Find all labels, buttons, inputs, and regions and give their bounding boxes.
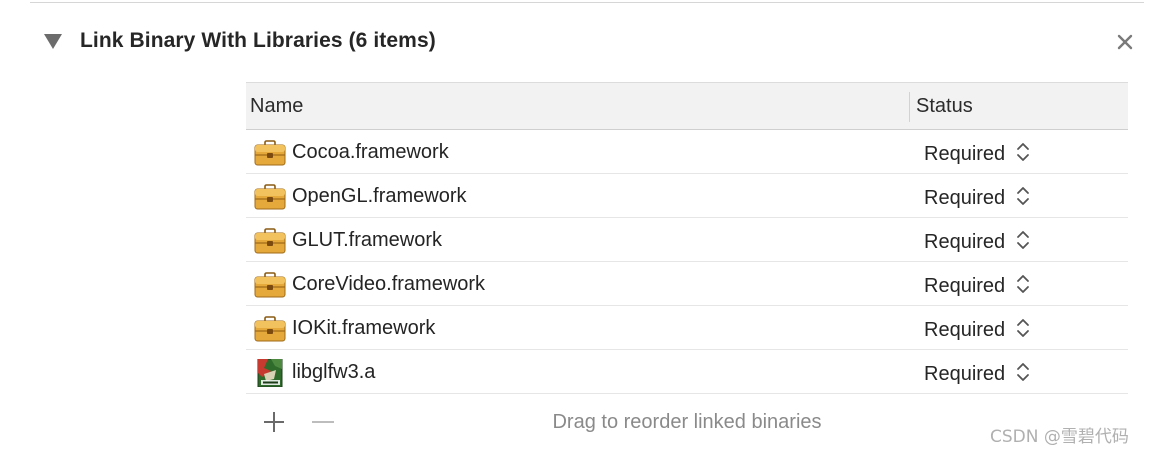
close-icon[interactable] xyxy=(1114,28,1138,56)
static-library-archive-icon xyxy=(254,358,286,388)
library-name: Cocoa.framework xyxy=(292,141,449,163)
table-row[interactable]: Cocoa.framework Required xyxy=(246,130,1128,174)
status-value: Required xyxy=(924,143,1006,165)
watermark: CSDN @雪碧代码 xyxy=(990,427,1129,447)
column-separator xyxy=(909,92,910,122)
framework-toolbox-icon xyxy=(254,227,286,255)
library-name: GLUT.framework xyxy=(292,229,443,251)
status-select[interactable]: Required xyxy=(924,317,1030,341)
framework-toolbox-icon xyxy=(254,315,286,343)
status-value: Required xyxy=(924,319,1006,341)
column-header-status[interactable]: Status xyxy=(916,95,973,118)
status-value: Required xyxy=(924,187,1006,209)
chevron-updown-icon xyxy=(1016,187,1029,205)
status-select[interactable]: Required xyxy=(924,141,1030,165)
table-row[interactable]: GLUT.framework Required xyxy=(246,218,1128,262)
table-row[interactable]: libglfw3.a Required xyxy=(246,350,1128,394)
status-value: Required xyxy=(924,363,1006,385)
library-name: CoreVideo.framework xyxy=(292,273,486,295)
section-title: Link Binary With Libraries (6 items) xyxy=(80,29,436,52)
table-row[interactable]: CoreVideo.framework Required xyxy=(246,262,1128,306)
libraries-table: Name Status Cocoa.framework Required Ope… xyxy=(246,82,1128,433)
table-header: Name Status xyxy=(246,82,1128,130)
table-body: Cocoa.framework Required OpenGL.framewor… xyxy=(246,130,1128,394)
library-name: OpenGL.framework xyxy=(292,185,467,207)
chevron-updown-icon xyxy=(1016,275,1029,293)
status-select[interactable]: Required xyxy=(924,185,1030,209)
section-header: Link Binary With Libraries (6 items) xyxy=(0,20,1166,66)
chevron-updown-icon xyxy=(1016,231,1029,249)
status-select[interactable]: Required xyxy=(924,229,1030,253)
table-row[interactable]: IOKit.framework Required xyxy=(246,306,1128,350)
library-name: IOKit.framework xyxy=(292,317,436,339)
framework-toolbox-icon xyxy=(254,139,286,167)
chevron-updown-icon xyxy=(1016,143,1029,161)
chevron-updown-icon xyxy=(1016,319,1029,337)
chevron-updown-icon xyxy=(1016,363,1029,381)
status-value: Required xyxy=(924,275,1006,297)
top-divider xyxy=(30,2,1144,3)
column-header-name[interactable]: Name xyxy=(250,95,303,118)
disclosure-triangle-icon[interactable] xyxy=(44,34,62,49)
status-value: Required xyxy=(924,231,1006,253)
status-select[interactable]: Required xyxy=(924,273,1030,297)
framework-toolbox-icon xyxy=(254,271,286,299)
library-name: libglfw3.a xyxy=(292,361,376,383)
status-select[interactable]: Required xyxy=(924,361,1030,385)
table-row[interactable]: OpenGL.framework Required xyxy=(246,174,1128,218)
framework-toolbox-icon xyxy=(254,183,286,211)
